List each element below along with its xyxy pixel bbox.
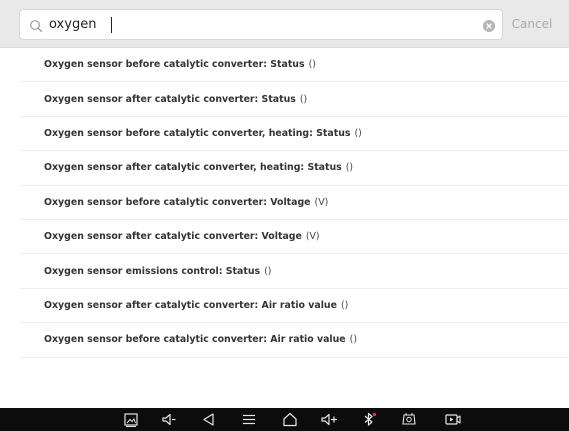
screenshot-icon[interactable] [122, 411, 140, 428]
home-icon[interactable] [281, 411, 299, 428]
result-name: Oxygen sensor emissions control: Status [44, 265, 261, 277]
result-name: Oxygen sensor before catalytic converter… [44, 196, 311, 208]
list-item[interactable]: Oxygen sensor emissions control: Status … [20, 254, 569, 289]
result-unit: () [308, 59, 316, 71]
back-icon[interactable] [200, 411, 218, 428]
result-unit: () [299, 93, 308, 105]
result-unit: () [349, 334, 357, 346]
search-box[interactable] [19, 9, 503, 40]
result-name: Oxygen sensor before catalytic converter… [44, 59, 305, 71]
result-unit: () [340, 299, 349, 311]
result-unit: () [354, 127, 362, 139]
list-item[interactable]: Oxygen sensor before catalytic converter… [20, 48, 569, 83]
list-item[interactable]: Oxygen sensor after catalytic converter:… [20, 82, 569, 117]
result-name: Oxygen sensor after catalytic converter,… [44, 162, 342, 174]
result-name: Oxygen sensor after catalytic converter:… [44, 299, 337, 311]
volume-down-icon[interactable] [160, 411, 178, 428]
clear-icon[interactable] [482, 18, 496, 32]
result-name: Oxygen sensor after catalytic converter:… [44, 93, 296, 105]
result-name: Oxygen sensor before catalytic converter… [44, 127, 351, 139]
result-name: Oxygen sensor after catalytic converter:… [44, 231, 302, 243]
search-icon [29, 18, 43, 33]
result-unit: (V) [305, 231, 320, 243]
result-unit: () [264, 265, 272, 277]
screen-record-icon[interactable] [444, 411, 462, 428]
list-item[interactable]: Oxygen sensor after catalytic converter:… [20, 289, 569, 324]
menu-icon[interactable] [240, 411, 258, 428]
result-unit: () [345, 162, 354, 174]
search-bar: Cancel [0, 0, 569, 48]
vci-icon[interactable] [400, 411, 418, 428]
list-item[interactable]: Oxygen sensor before catalytic converter… [20, 186, 569, 220]
list-item[interactable]: Oxygen sensor before catalytic converter… [20, 323, 569, 358]
result-unit: (V) [314, 196, 329, 208]
list-item[interactable]: Oxygen sensor after catalytic converter:… [20, 220, 569, 255]
system-navigation-bar [0, 408, 569, 431]
bluetooth-icon[interactable] [360, 411, 378, 428]
search-input[interactable] [49, 13, 469, 37]
text-cursor [111, 17, 112, 33]
search-results-list: Oxygen sensor before catalytic converter… [0, 48, 569, 358]
list-item[interactable]: Oxygen sensor before catalytic converter… [20, 117, 569, 152]
cancel-button[interactable]: Cancel [510, 13, 554, 35]
volume-up-icon[interactable] [320, 411, 338, 428]
list-item[interactable]: Oxygen sensor after catalytic converter,… [20, 151, 569, 186]
result-name: Oxygen sensor before catalytic converter… [44, 334, 346, 346]
